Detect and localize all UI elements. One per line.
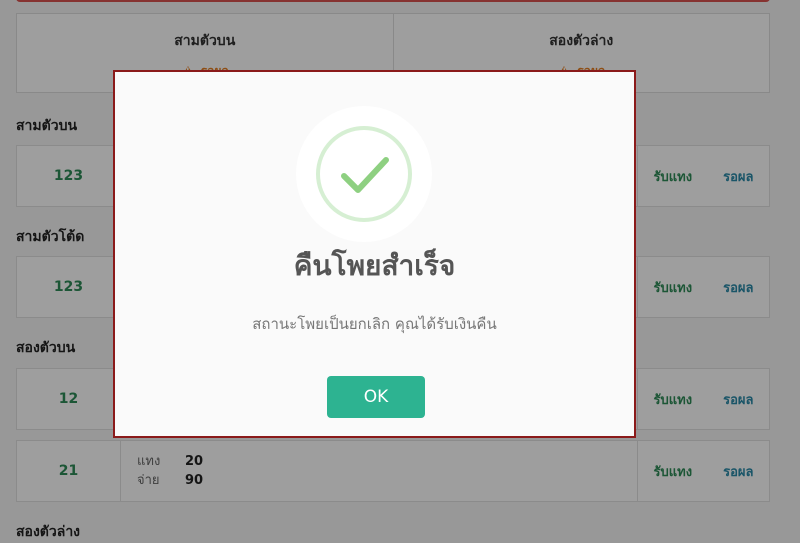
checkmark-icon [341,157,389,193]
ok-button[interactable]: OK [327,376,425,418]
modal-title: คืนโพยสำเร็จ [293,249,456,282]
success-icon [296,106,432,242]
modal-message: สถานะโพยเป็นยกเลิก คุณได้รับเงินคืน [252,315,497,333]
success-modal: คืนโพยสำเร็จ สถานะโพยเป็นยกเลิก คุณได้รั… [113,70,636,438]
